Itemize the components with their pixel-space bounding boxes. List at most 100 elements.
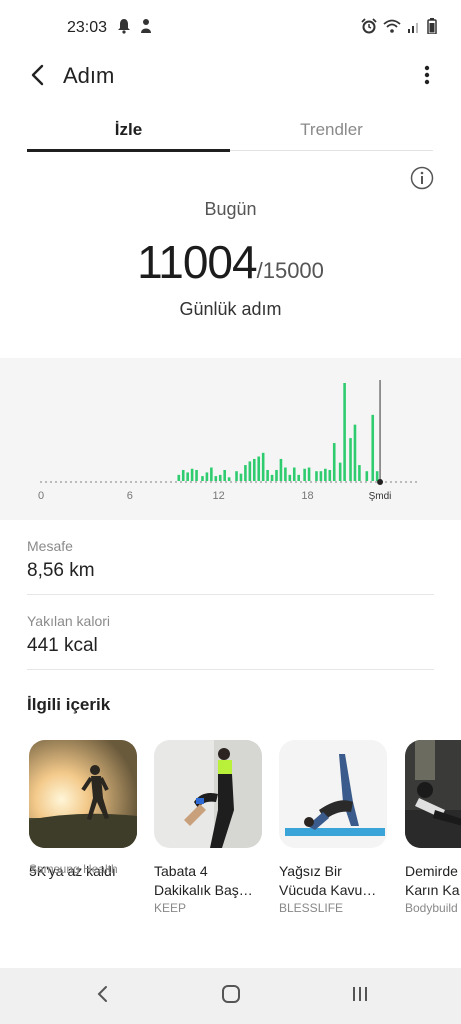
baseline-dot <box>414 480 418 484</box>
baseline-dot <box>359 480 363 484</box>
baseline-dot <box>314 480 318 484</box>
chart-bar <box>328 469 332 481</box>
baseline-dot <box>74 480 78 484</box>
tab-trends[interactable]: Trendler <box>230 112 433 151</box>
distance-value: 8,56 km <box>27 560 95 581</box>
chart-bar <box>292 467 296 481</box>
distance-label: Mesafe <box>27 538 73 554</box>
recents-nav-icon <box>351 985 369 1008</box>
chart-bar <box>252 458 256 481</box>
baseline-dot <box>354 480 358 484</box>
baseline-dot <box>124 480 128 484</box>
baseline-dot <box>279 480 283 484</box>
info-button[interactable] <box>410 166 434 190</box>
baseline-dot <box>234 480 238 484</box>
baseline-dot <box>334 480 338 484</box>
baseline-dot <box>49 480 53 484</box>
home-nav-icon <box>221 984 241 1009</box>
chart-bar <box>319 471 323 481</box>
baseline-dot <box>84 480 88 484</box>
chart-bar <box>190 468 194 481</box>
baseline-dot <box>259 480 263 484</box>
calories-label: Yakılan kalori <box>27 613 111 629</box>
chart-bar <box>275 469 278 481</box>
card-thumbnail-gym <box>405 740 461 848</box>
content-card[interactable]: Tabata 4 Dakikalık Baş… KEEP <box>154 740 262 915</box>
baseline-dot <box>99 480 103 484</box>
tab-track[interactable]: İzle <box>27 112 230 152</box>
calories-stat[interactable]: Yakılan kalori 441 kcal <box>27 613 434 657</box>
baseline-dot <box>324 480 328 484</box>
card-source: BLESSLIFE <box>279 901 344 915</box>
card-source: Bodybuild <box>405 901 458 915</box>
baseline-dot <box>399 480 403 484</box>
card-title: Demirde Karın Ka <box>405 863 460 898</box>
baseline-dot <box>274 480 278 484</box>
baseline-dot <box>94 480 98 484</box>
baseline-dot <box>194 480 198 484</box>
more-options-button[interactable] <box>415 61 439 93</box>
baseline-dot <box>289 480 293 484</box>
baseline-dot <box>384 480 388 484</box>
chart-bar <box>181 469 185 481</box>
back-button[interactable] <box>22 59 52 95</box>
chart-bar <box>353 424 357 481</box>
steps-goal: /15000 <box>256 258 324 283</box>
baseline-dot <box>199 480 203 484</box>
snooze-person-icon <box>139 18 153 38</box>
chart-bar <box>270 474 274 481</box>
chart-bar <box>244 465 247 481</box>
baseline-dot <box>169 480 173 484</box>
baseline-dot <box>364 480 368 484</box>
chart-bar <box>371 414 375 481</box>
chart-bar <box>338 462 342 481</box>
baseline-dot <box>284 480 288 484</box>
related-content-carousel[interactable]: 5K'ya az kaldı Samsung Health Tabata 4 D… <box>29 740 461 930</box>
baseline-dot <box>179 480 183 484</box>
content-card[interactable]: Yağsız Bir Vücuda Kavu… BLESSLIFE <box>279 740 387 915</box>
chart-bar <box>343 383 346 481</box>
steps-summary: 11004/15000 <box>0 235 461 289</box>
baseline-dot <box>44 480 48 484</box>
page-title: Adım <box>63 63 115 88</box>
nav-back-button[interactable] <box>86 982 118 1010</box>
baseline-dot <box>144 480 148 484</box>
tab-bar: İzle Trendler <box>27 112 434 152</box>
card-thumbnail-stretch <box>154 740 262 848</box>
nav-recents-button[interactable] <box>344 982 376 1010</box>
card-title: Tabata 4 Dakikalık Baş… <box>154 863 253 898</box>
baseline-dot <box>119 480 123 484</box>
card-title: Yağsız Bir Vücuda Kavu… <box>279 863 377 898</box>
baseline-dot <box>409 480 413 484</box>
chart-bar <box>315 471 318 481</box>
baseline-dot <box>229 480 233 484</box>
distance-stat[interactable]: Mesafe 8,56 km <box>27 538 434 582</box>
baseline-dot <box>134 480 138 484</box>
baseline-dot <box>329 480 333 484</box>
baseline-dot <box>244 480 248 484</box>
chart-bar <box>235 471 238 481</box>
hourly-steps-chart[interactable]: 0 6 12 18 Şmdi <box>0 358 461 520</box>
baseline-dot <box>184 480 188 484</box>
baseline-dot <box>269 480 273 484</box>
nav-home-button[interactable] <box>215 982 247 1010</box>
x-tick-label: 6 <box>127 490 133 502</box>
card-source: Samsung Health <box>29 862 118 876</box>
chart-bar <box>297 474 301 481</box>
content-card[interactable]: Demirde Karın Ka Bodybuild <box>405 740 461 915</box>
baseline-dot <box>104 480 108 484</box>
divider <box>27 594 434 595</box>
baseline-dot <box>404 480 408 484</box>
content-card[interactable]: 5K'ya az kaldı Samsung Health <box>29 740 137 879</box>
baseline-dot <box>39 480 43 484</box>
divider <box>27 669 434 670</box>
chart-bar <box>288 474 292 481</box>
baseline-dot <box>139 480 143 484</box>
baseline-dot <box>339 480 343 484</box>
chart-bar <box>248 461 252 481</box>
baseline-dot <box>129 480 133 484</box>
more-vertical-icon <box>424 65 430 90</box>
chart-bar <box>177 474 181 481</box>
baseline-dot <box>204 480 208 484</box>
chart-bar <box>205 472 209 481</box>
